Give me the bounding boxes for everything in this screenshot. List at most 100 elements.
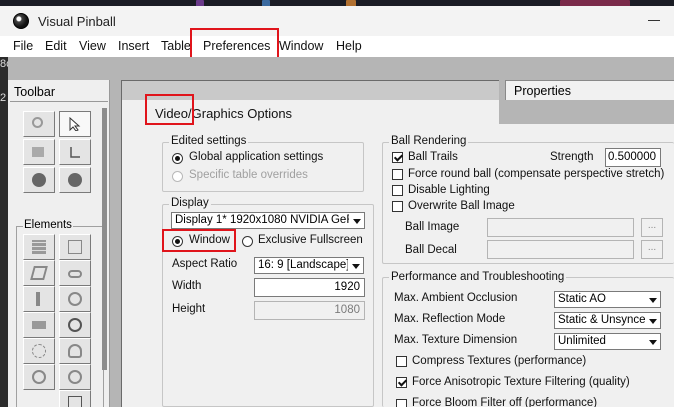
menu-table[interactable]: Table xyxy=(161,39,191,53)
reflection-mode-value: Static & Unsynced xyxy=(558,314,652,326)
width-field[interactable]: 1920 xyxy=(254,278,365,297)
ball-trails-label: Ball Trails xyxy=(408,151,458,163)
specific-overrides-radio[interactable] xyxy=(172,171,183,182)
compress-textures-checkbox[interactable] xyxy=(396,356,407,367)
plunger-button[interactable] xyxy=(23,286,55,312)
flipper-button[interactable] xyxy=(59,260,91,286)
select-tool-button[interactable] xyxy=(59,111,91,137)
height-label: Height xyxy=(172,303,206,315)
menu-insert[interactable]: Insert xyxy=(118,39,149,53)
compress-textures-label: Compress Textures (performance) xyxy=(412,355,587,367)
ambient-occlusion-label: Max. Ambient Occlusion xyxy=(394,292,518,304)
reflection-mode-label: Max. Reflection Mode xyxy=(394,313,506,325)
edited-settings-label: Edited settings xyxy=(169,135,249,147)
reflection-mode-select[interactable]: Static & Unsynced xyxy=(554,312,661,329)
display-device-value: Display 1* 1920x1080 NVIDIA GeFc xyxy=(175,214,360,226)
ball-decal-field[interactable] xyxy=(487,240,634,259)
spinner-button[interactable] xyxy=(23,312,55,338)
play-button[interactable] xyxy=(59,167,91,193)
strength-field[interactable]: 0.500000 xyxy=(605,148,661,167)
bloom-filter-label: Force Bloom Filter off (performance) xyxy=(412,397,598,407)
texture-dimension-label: Max. Texture Dimension xyxy=(394,334,518,346)
background-window-edge xyxy=(0,57,8,407)
overwrite-ball-image-checkbox[interactable] xyxy=(392,201,403,212)
display-label: Display xyxy=(169,197,211,209)
magnify-icon xyxy=(32,117,43,128)
toolbar-scrollbar[interactable] xyxy=(102,108,107,370)
window-mode-highlight xyxy=(162,229,236,252)
gate-button[interactable] xyxy=(59,234,91,260)
menu-file[interactable]: File xyxy=(13,39,33,53)
light-button[interactable] xyxy=(59,338,91,364)
disable-lighting-checkbox[interactable] xyxy=(392,185,403,196)
spinner-icon xyxy=(32,321,46,329)
disable-lighting-label: Disable Lighting xyxy=(408,184,490,196)
elements-label: Elements xyxy=(23,219,73,231)
width-label: Width xyxy=(172,280,202,292)
fullscreen-label: Exclusive Fullscreen xyxy=(258,234,363,246)
anisotropic-filtering-checkbox[interactable] xyxy=(396,377,407,388)
script-tool-button[interactable] xyxy=(59,139,91,165)
toolbar-panel-title: Toolbar xyxy=(14,85,55,99)
force-round-ball-label: Force round ball (compensate perspective… xyxy=(408,168,665,180)
play-icon xyxy=(68,173,82,187)
trigger-button[interactable] xyxy=(23,338,55,364)
panel-divider xyxy=(10,101,108,102)
ball-trails-checkbox[interactable] xyxy=(392,152,403,163)
ball-image-browse-button[interactable]: ... xyxy=(641,218,663,237)
chevron-down-icon xyxy=(645,334,660,349)
minimize-icon[interactable] xyxy=(648,20,660,21)
display-device-select[interactable]: Display 1* 1920x1080 NVIDIA GeFc xyxy=(171,212,365,229)
trigger-icon xyxy=(32,344,46,358)
aspect-ratio-select[interactable]: 16: 9 [Landscape] xyxy=(254,257,364,274)
properties-panel-title: Properties xyxy=(514,84,571,98)
target-button[interactable] xyxy=(59,364,91,390)
ball-decal-label: Ball Decal xyxy=(405,244,457,256)
texture-dimension-select[interactable]: Unlimited xyxy=(554,333,661,350)
bloom-filter-checkbox[interactable] xyxy=(396,399,407,407)
menu-window[interactable]: Window xyxy=(279,39,323,53)
ball-image-field[interactable] xyxy=(487,218,634,237)
chevron-down-icon xyxy=(645,292,660,307)
strength-label: Strength xyxy=(550,151,594,163)
texture-dimension-value: Unlimited xyxy=(558,335,606,347)
visual-pinball-icon xyxy=(13,13,29,29)
force-round-ball-checkbox[interactable] xyxy=(392,169,403,180)
target-icon xyxy=(68,370,82,384)
menu-view[interactable]: View xyxy=(79,39,106,53)
menu-help[interactable]: Help xyxy=(336,39,362,53)
fullscreen-radio[interactable] xyxy=(242,236,253,247)
magnify-tool-button[interactable] xyxy=(23,111,55,137)
chevron-down-icon xyxy=(349,213,364,228)
kicker-icon xyxy=(32,370,46,384)
height-field[interactable]: 1080 xyxy=(254,301,365,320)
global-settings-label: Global application settings xyxy=(189,151,324,163)
kicker-button[interactable] xyxy=(23,364,55,390)
global-settings-radio[interactable] xyxy=(172,153,183,164)
ramp-button[interactable] xyxy=(23,260,55,286)
anisotropic-filtering-label: Force Anisotropic Texture Filtering (qua… xyxy=(412,376,630,388)
flipper-icon xyxy=(68,270,82,278)
script-icon xyxy=(70,147,80,158)
options-icon xyxy=(32,147,44,157)
wall-icon xyxy=(32,240,46,254)
options-tool-button[interactable] xyxy=(23,139,55,165)
ambient-occlusion-select[interactable]: Static AO xyxy=(554,291,661,308)
bumper-icon xyxy=(68,292,82,306)
ball-decal-browse-button[interactable]: ... xyxy=(641,240,663,259)
menu-edit[interactable]: Edit xyxy=(45,39,67,53)
timer-icon xyxy=(68,318,82,332)
specific-overrides-label: Specific table overrides xyxy=(189,169,308,181)
wall-button[interactable] xyxy=(23,234,55,260)
bumper-button[interactable] xyxy=(59,286,91,312)
textbox-button[interactable] xyxy=(59,390,91,407)
gate-icon xyxy=(68,240,82,254)
aspect-ratio-value: 16: 9 [Landscape] xyxy=(258,259,350,271)
timer-button[interactable] xyxy=(59,312,91,338)
stop-button[interactable] xyxy=(23,167,55,193)
window-title: Visual Pinball xyxy=(38,14,116,29)
edited-settings-group xyxy=(162,142,364,192)
ball-rendering-label: Ball Rendering xyxy=(389,135,469,147)
overwrite-ball-image-label: Overwrite Ball Image xyxy=(408,200,515,212)
edge-text: 2 xyxy=(0,92,7,104)
